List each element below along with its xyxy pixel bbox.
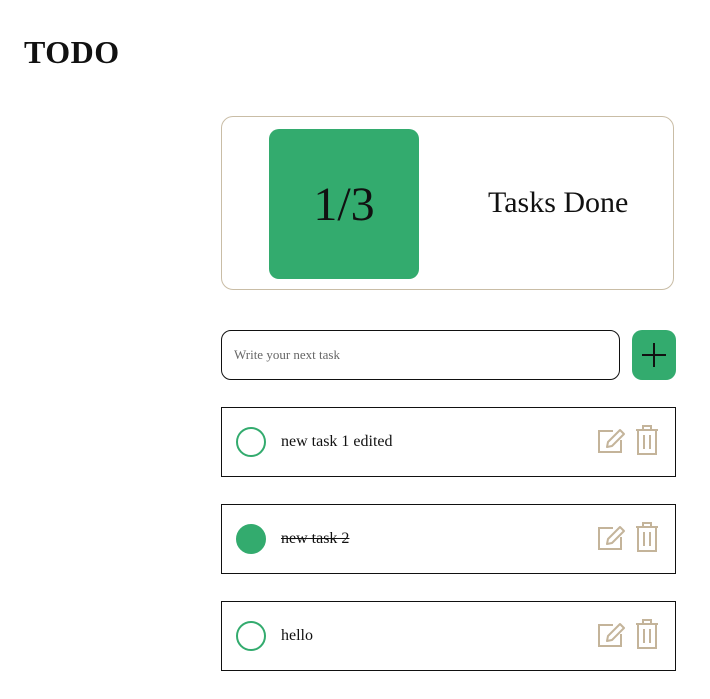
add-task-button[interactable] bbox=[632, 330, 676, 380]
edit-icon[interactable] bbox=[596, 621, 626, 649]
plus-icon bbox=[642, 343, 666, 367]
edit-icon[interactable] bbox=[596, 427, 626, 455]
page-title: TODO bbox=[24, 34, 120, 70]
trash-icon[interactable] bbox=[635, 522, 659, 552]
task-text: new task 1 edited bbox=[281, 433, 393, 450]
task-checkbox[interactable] bbox=[236, 427, 266, 457]
task-checkbox[interactable] bbox=[236, 524, 266, 554]
task-checkbox[interactable] bbox=[236, 621, 266, 651]
task-row: new task 2 bbox=[221, 504, 676, 574]
task-input[interactable] bbox=[221, 330, 620, 380]
summary-card: 1/3 Tasks Done bbox=[221, 116, 674, 290]
task-text: new task 2 bbox=[281, 530, 350, 547]
trash-icon[interactable] bbox=[635, 425, 659, 455]
progress-counter: 1/3 bbox=[269, 129, 419, 279]
task-row: new task 1 edited bbox=[221, 407, 676, 477]
task-text: hello bbox=[281, 627, 313, 644]
trash-icon[interactable] bbox=[635, 619, 659, 649]
task-row: hello bbox=[221, 601, 676, 671]
summary-label: Tasks Done bbox=[488, 186, 629, 219]
edit-icon[interactable] bbox=[596, 524, 626, 552]
